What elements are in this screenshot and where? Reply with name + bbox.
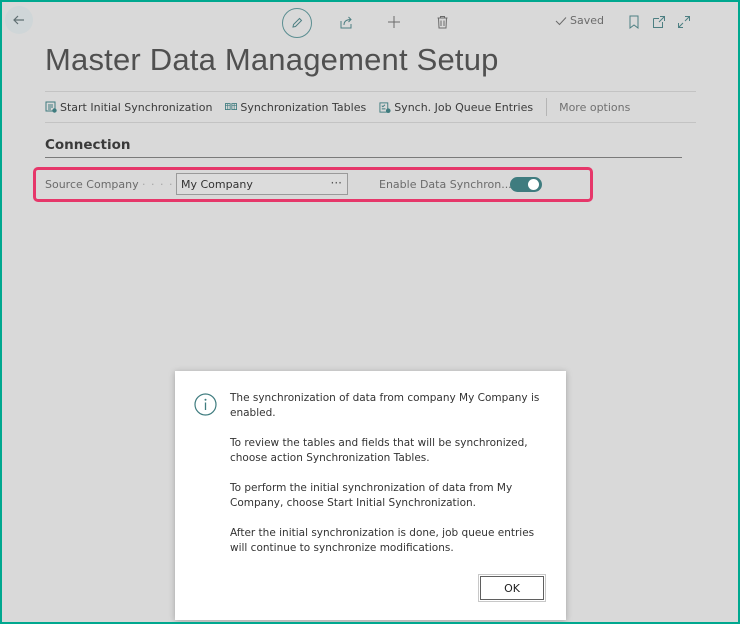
dialog-paragraph: To perform the initial synchronization o… [230,482,513,509]
bookmark-button[interactable] [625,13,643,31]
lookup-button[interactable]: ··· [331,176,342,190]
checkmark-icon [555,16,567,25]
delete-button[interactable] [433,13,451,31]
tables-icon [225,101,238,113]
plus-icon [388,16,400,28]
back-button[interactable] [5,6,33,34]
bookmark-icon [629,15,639,29]
source-company-input[interactable]: My Company ··· [176,173,348,195]
expand-button[interactable] [675,13,693,31]
saved-label: Saved [570,14,604,27]
open-new-window-icon [653,16,665,28]
ok-button[interactable]: OK [478,574,546,602]
expand-icon [678,16,690,28]
enable-data-sync-toggle[interactable] [510,177,542,192]
source-company-label: Source Company [45,178,139,191]
trash-icon [437,16,447,29]
connection-section-title[interactable]: Connection [45,137,131,153]
job-queue-icon [379,101,391,114]
job-queue-label: Synch. Job Queue Entries [394,100,534,114]
section-divider [45,157,682,158]
sync-start-icon [45,101,57,113]
dialog-paragraph: After the initial synchronization is don… [230,527,535,554]
page-title: Master Data Management Setup [45,42,499,77]
toggle-knob [528,179,539,190]
pencil-icon [292,17,303,28]
new-button[interactable] [385,13,403,31]
source-company-value: My Company [181,178,253,191]
more-options-button[interactable]: More options [559,101,630,114]
action-bar: Start Initial Synchronization Synchroniz… [45,91,696,123]
enable-data-sync-label: Enable Data Synchron... [379,178,512,191]
saved-status: Saved [555,14,604,27]
dialog-message: The synchronization of data from company… [230,391,550,571]
info-dialog: The synchronization of data from company… [175,371,566,620]
dialog-paragraph: The synchronization of data from company… [230,392,540,419]
sync-tables-action[interactable]: Synchronization Tables [225,101,366,114]
back-arrow-icon [13,15,24,25]
share-icon [340,16,352,28]
open-new-window-button[interactable] [650,13,668,31]
share-button[interactable] [337,13,355,31]
start-initial-sync-label: Start Initial Synchronization [60,100,213,114]
start-initial-sync-action[interactable]: Start Initial Synchronization [45,101,212,114]
app-frame: Saved Master Data Management Setup Start… [0,0,740,624]
dialog-paragraph: To review the tables and fields that wil… [230,437,528,464]
action-separator [546,98,548,116]
job-queue-action[interactable]: Synch. Job Queue Entries [379,101,533,114]
sync-tables-label: Synchronization Tables [240,100,367,114]
info-icon [194,393,217,416]
edit-button[interactable] [282,8,312,38]
